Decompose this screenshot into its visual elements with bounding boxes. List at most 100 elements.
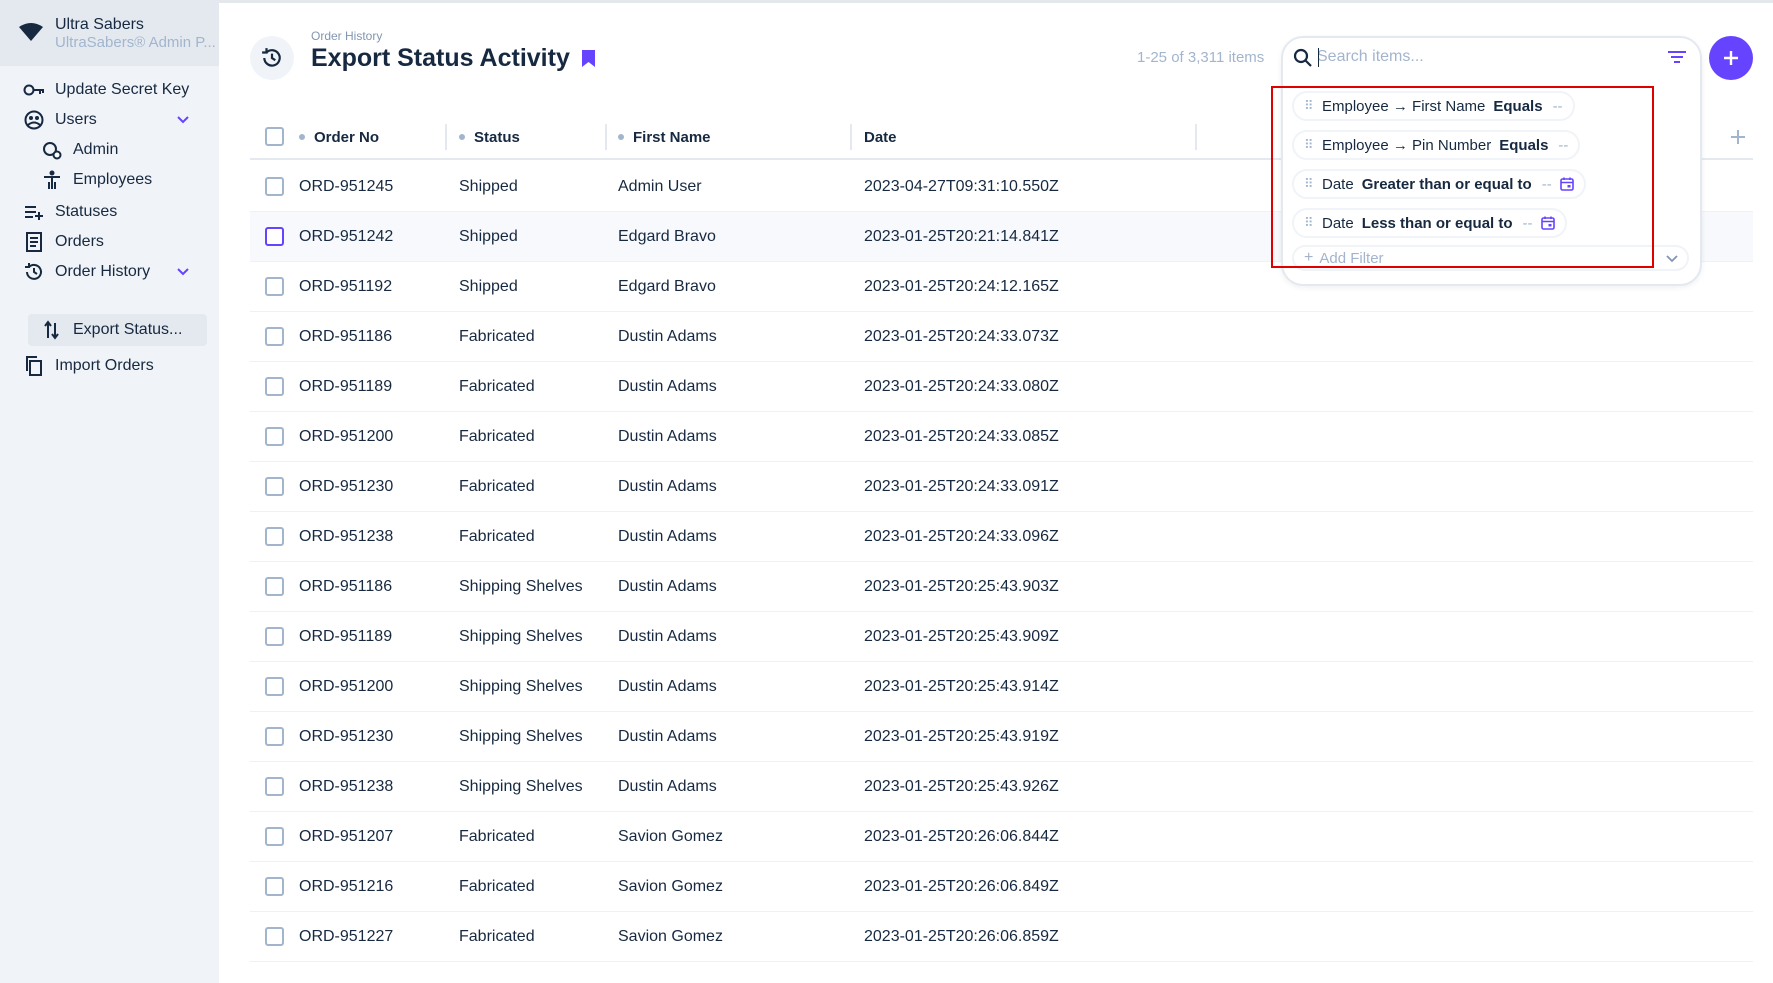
row-checkbox[interactable] xyxy=(265,827,284,846)
sort-dot xyxy=(459,134,465,140)
drag-handle-icon[interactable]: ⠿ xyxy=(1304,176,1314,192)
table-row[interactable]: ORD-951189 Shipping Shelves Dustin Adams 20… xyxy=(250,612,1753,662)
cell-date: 2023-01-25T20:24:33.091Z xyxy=(864,478,1059,495)
sidebar-item-admin[interactable]: Admin xyxy=(0,134,219,166)
sidebar-item-users[interactable]: Users xyxy=(0,104,219,136)
create-item-button[interactable] xyxy=(1709,36,1753,80)
filter-value[interactable]: -- xyxy=(1558,137,1568,154)
row-checkbox[interactable] xyxy=(265,377,284,396)
sidebar-item-import-orders[interactable]: Import Orders xyxy=(0,350,219,382)
column-divider[interactable] xyxy=(605,124,607,150)
cell-date: 2023-01-25T20:24:33.073Z xyxy=(864,328,1059,345)
add-filter-select[interactable]: + Add Filter xyxy=(1292,245,1689,271)
column-header-date[interactable]: Date xyxy=(864,114,897,160)
column-divider[interactable] xyxy=(445,124,447,150)
row-checkbox[interactable] xyxy=(265,677,284,696)
cell-first-name: Savion Gomez xyxy=(618,878,723,895)
row-checkbox[interactable] xyxy=(265,477,284,496)
sidebar-item-update-secret-key[interactable]: Update Secret Key xyxy=(0,74,219,106)
filter-field: Date xyxy=(1322,175,1354,193)
sidebar-item-label: Export Status... xyxy=(73,321,183,338)
cell-date: 2023-01-25T20:25:43.903Z xyxy=(864,578,1059,595)
column-divider[interactable] xyxy=(850,124,852,150)
column-header-status[interactable]: Status xyxy=(459,114,520,160)
row-checkbox[interactable] xyxy=(265,777,284,796)
filter-value[interactable]: -- xyxy=(1523,215,1533,232)
cell-first-name: Dustin Adams xyxy=(618,578,717,595)
add-column-icon[interactable] xyxy=(1726,125,1750,149)
cell-status: Fabricated xyxy=(459,528,535,545)
column-divider[interactable] xyxy=(1195,124,1197,150)
filter-chip-pin-number[interactable]: ⠿ Employee → Pin Number Equals -- xyxy=(1292,130,1581,160)
calendar-icon[interactable] xyxy=(1559,177,1574,191)
filter-field: Employee → Pin Number xyxy=(1322,136,1492,154)
cell-status: Fabricated xyxy=(459,928,535,945)
filter-operator[interactable]: Greater than or equal to xyxy=(1362,176,1532,193)
column-header-order-no[interactable]: Order No xyxy=(299,114,379,160)
cell-date: 2023-01-25T20:25:43.919Z xyxy=(864,728,1059,745)
select-all-checkbox[interactable] xyxy=(265,127,284,146)
row-checkbox[interactable] xyxy=(265,427,284,446)
sidebar-item-employees[interactable]: Employees xyxy=(0,164,219,196)
cell-date: 2023-01-25T20:25:43.926Z xyxy=(864,778,1059,795)
brand-name: Ultra Sabers xyxy=(55,16,144,33)
table-row[interactable]: ORD-951230 Fabricated Dustin Adams 2023-01-… xyxy=(250,462,1753,512)
row-checkbox[interactable] xyxy=(265,727,284,746)
table-row[interactable]: ORD-951216 Fabricated Savion Gomez 2023-01-… xyxy=(250,862,1753,912)
table-row[interactable]: ORD-951200 Shipping Shelves Dustin Adams 20… xyxy=(250,662,1753,712)
table-row[interactable]: ORD-951207 Fabricated Savion Gomez 2023-01-… xyxy=(250,812,1753,862)
row-checkbox[interactable] xyxy=(265,327,284,346)
filter-chip-date-lte[interactable]: ⠿ Date Less than or equal to -- xyxy=(1292,208,1567,238)
cell-first-name: Dustin Adams xyxy=(618,378,717,395)
sidebar-item-orders[interactable]: Orders xyxy=(0,226,219,258)
table-row[interactable]: ORD-951227 Fabricated Savion Gomez 2023-01-… xyxy=(250,912,1753,962)
table-row[interactable]: ORD-951186 Shipping Shelves Dustin Adams 20… xyxy=(250,562,1753,612)
row-checkbox[interactable] xyxy=(265,277,284,296)
chevron-down-icon[interactable] xyxy=(174,111,192,129)
table-row[interactable]: ORD-951189 Fabricated Dustin Adams 2023-01-… xyxy=(250,362,1753,412)
table-row[interactable]: ORD-951238 Shipping Shelves Dustin Adams 20… xyxy=(250,762,1753,812)
table-row[interactable]: ORD-951186 Fabricated Dustin Adams 2023-01-… xyxy=(250,312,1753,362)
bookmark-icon[interactable] xyxy=(581,49,596,68)
brand-subtitle: UltraSabers® Admin P... xyxy=(55,34,216,51)
cell-order-no: ORD-951189 xyxy=(299,628,393,645)
calendar-icon[interactable] xyxy=(1540,216,1555,230)
row-checkbox[interactable] xyxy=(265,877,284,896)
filter-value[interactable]: -- xyxy=(1542,176,1552,193)
row-checkbox[interactable] xyxy=(265,227,284,246)
table-row[interactable]: ORD-951200 Fabricated Dustin Adams 2023-01-… xyxy=(250,412,1753,462)
brand-header[interactable]: Ultra Sabers UltraSabers® Admin P... xyxy=(0,0,219,66)
cell-status: Fabricated xyxy=(459,328,535,345)
filter-value[interactable]: -- xyxy=(1553,98,1563,115)
cell-date: 2023-01-25T20:26:06.859Z xyxy=(864,928,1059,945)
breadcrumb[interactable]: Order History xyxy=(311,29,382,43)
filter-operator[interactable]: Equals xyxy=(1493,98,1542,115)
row-checkbox[interactable] xyxy=(265,627,284,646)
sidebar-item-order-history[interactable]: Order History xyxy=(0,256,219,288)
cell-status: Shipping Shelves xyxy=(459,578,583,595)
row-checkbox[interactable] xyxy=(265,177,284,196)
filter-operator[interactable]: Less than or equal to xyxy=(1362,215,1513,232)
filter-chip-date-gte[interactable]: ⠿ Date Greater than or equal to -- xyxy=(1292,169,1586,199)
row-checkbox[interactable] xyxy=(265,577,284,596)
drag-handle-icon[interactable]: ⠿ xyxy=(1304,98,1314,114)
drag-handle-icon[interactable]: ⠿ xyxy=(1304,137,1314,153)
table-row[interactable]: ORD-951238 Fabricated Dustin Adams 2023-01-… xyxy=(250,512,1753,562)
filter-chip-first-name[interactable]: ⠿ Employee → First Name Equals -- xyxy=(1292,91,1575,121)
sidebar-item-export-status[interactable]: Export Status... xyxy=(28,314,207,346)
chevron-down-icon[interactable] xyxy=(174,263,192,281)
filter-operator[interactable]: Equals xyxy=(1499,137,1548,154)
column-header-first-name[interactable]: First Name xyxy=(618,114,711,160)
filter-list-icon[interactable] xyxy=(1666,47,1688,67)
row-checkbox[interactable] xyxy=(265,527,284,546)
cell-status: Shipping Shelves xyxy=(459,778,583,795)
search-input[interactable] xyxy=(1317,44,1647,70)
cell-status: Shipping Shelves xyxy=(459,628,583,645)
users-icon xyxy=(22,108,46,132)
drag-handle-icon[interactable]: ⠿ xyxy=(1304,215,1314,231)
table-row[interactable]: ORD-951230 Shipping Shelves Dustin Adams 20… xyxy=(250,712,1753,762)
history-button[interactable] xyxy=(250,36,294,80)
sidebar-item-statuses[interactable]: Statuses xyxy=(0,196,219,228)
row-checkbox[interactable] xyxy=(265,927,284,946)
cell-first-name: Edgard Bravo xyxy=(618,228,716,245)
